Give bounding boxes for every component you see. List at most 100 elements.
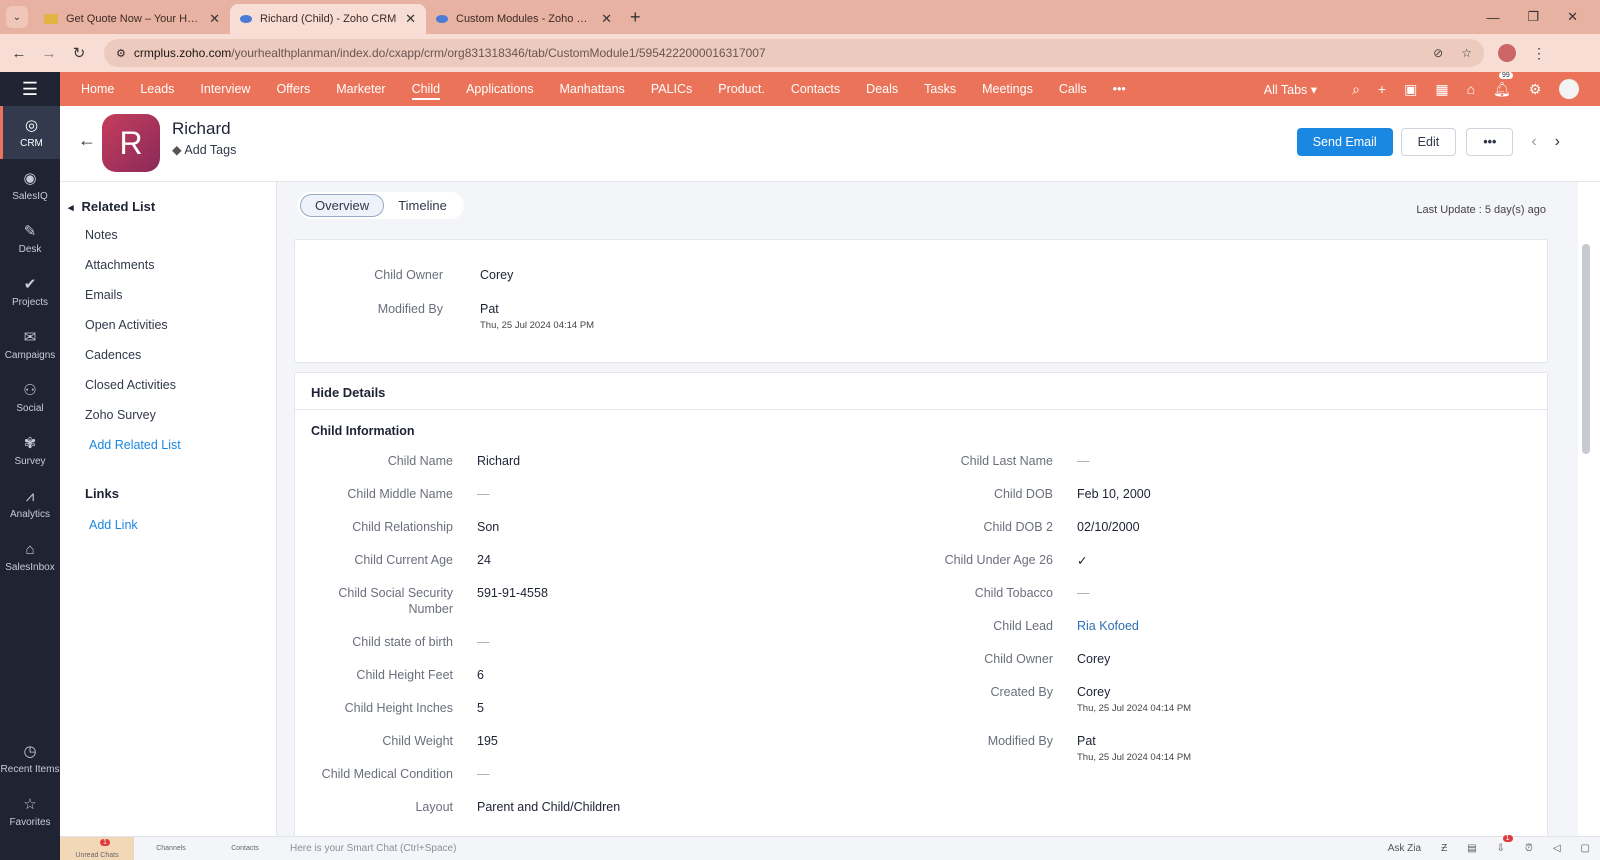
child-owner-value[interactable]: Corey: [480, 268, 513, 282]
contacts-button[interactable]: Contacts: [208, 845, 282, 852]
related-item-zoho-survey[interactable]: Zoho Survey: [85, 408, 156, 422]
field-value[interactable]: —: [477, 487, 490, 501]
hamburger-menu-icon[interactable]: ☰: [0, 72, 60, 106]
close-tab-icon[interactable]: ✕: [405, 11, 416, 27]
browser-tab-quote[interactable]: Get Quote Now – Your Health P ✕: [34, 4, 230, 34]
rail-item-projects[interactable]: ✔ Projects: [0, 265, 60, 318]
related-item-open-activities[interactable]: Open Activities: [85, 318, 168, 332]
close-tab-icon[interactable]: ✕: [601, 11, 612, 27]
zia-icon[interactable]: Ƶ: [1441, 843, 1447, 854]
reload-icon[interactable]: ↻: [64, 44, 94, 62]
eye-off-icon[interactable]: ⊘: [1433, 46, 1443, 60]
nav-tab-palics[interactable]: PALICs: [638, 72, 705, 106]
rail-item-salesinbox[interactable]: ⌂ SalesInbox: [0, 530, 60, 583]
tab-search-dropdown-icon[interactable]: ⌄: [6, 6, 28, 28]
rail-item-salesiq[interactable]: ◉ SalesIQ: [0, 159, 60, 212]
scrollbar-thumb[interactable]: [1582, 244, 1590, 454]
field-value[interactable]: 5: [477, 701, 484, 715]
marketplace-icon[interactable]: ⌂: [1467, 81, 1475, 97]
collapse-panel-icon[interactable]: ◂: [68, 202, 74, 214]
new-tab-icon[interactable]: +: [630, 7, 641, 28]
more-actions-button[interactable]: •••: [1466, 128, 1514, 156]
field-value[interactable]: 24: [477, 553, 491, 567]
field-value[interactable]: 591-91-4558: [477, 586, 548, 600]
site-info-icon[interactable]: ⚙: [116, 47, 126, 60]
field-value[interactable]: 6: [477, 668, 484, 682]
field-value[interactable]: 02/10/2000: [1077, 520, 1140, 534]
minimize-icon[interactable]: —: [1486, 10, 1499, 25]
announce-icon[interactable]: ◁: [1553, 843, 1561, 854]
related-item-closed-activities[interactable]: Closed Activities: [85, 378, 176, 392]
back-icon[interactable]: ←: [4, 45, 34, 62]
notifications-bell-icon[interactable]: 🔔︎ 99: [1493, 71, 1513, 98]
nav-tab-product[interactable]: Product.: [705, 72, 778, 106]
browser-menu-icon[interactable]: ⋮: [1532, 45, 1546, 62]
field-value[interactable]: —: [1077, 454, 1090, 468]
send-email-button[interactable]: Send Email: [1296, 128, 1393, 156]
chat-window-icon[interactable]: ▢: [1581, 843, 1590, 854]
close-window-icon[interactable]: ✕: [1567, 9, 1578, 25]
field-value[interactable]: 195: [477, 734, 498, 748]
close-tab-icon[interactable]: ✕: [209, 11, 220, 27]
nav-tab-tasks[interactable]: Tasks: [911, 72, 969, 106]
tab-overview[interactable]: Overview: [300, 194, 385, 217]
nav-tab-calls[interactable]: Calls: [1046, 72, 1100, 106]
url-field[interactable]: ⚙ crmplus.zoho.com/yourhealthplanman/ind…: [104, 39, 1484, 67]
restore-icon[interactable]: ❐: [1527, 9, 1539, 25]
rail-item-desk[interactable]: ✎ Desk: [0, 212, 60, 265]
search-icon[interactable]: ⌕: [1352, 81, 1360, 98]
field-value[interactable]: —: [477, 767, 490, 781]
field-value[interactable]: Richard: [477, 454, 520, 468]
unread-chats-button[interactable]: Unread Chats 1: [60, 836, 134, 860]
nav-tab-meetings[interactable]: Meetings: [969, 72, 1046, 106]
field-value[interactable]: —: [477, 635, 490, 649]
field-value[interactable]: Feb 10, 2000: [1077, 487, 1151, 501]
browser-tab-richard[interactable]: Richard (Child) - Zoho CRM ✕: [230, 4, 426, 34]
nav-tab-interview[interactable]: Interview: [187, 72, 263, 106]
checkmark-icon[interactable]: ✓: [1077, 553, 1087, 568]
bookmark-star-icon[interactable]: ☆: [1461, 46, 1472, 60]
nav-tab-applications[interactable]: Applications: [453, 72, 546, 106]
plus-icon[interactable]: +: [1378, 81, 1386, 97]
downloads-icon[interactable]: ⇩ 1: [1497, 835, 1513, 854]
activity-icon[interactable]: ▣: [1404, 81, 1417, 98]
nav-tab-marketer[interactable]: Marketer: [323, 72, 398, 106]
all-tabs-dropdown[interactable]: All Tabs ▾: [1251, 72, 1330, 106]
nav-tab-home[interactable]: Home: [68, 72, 127, 106]
nav-tab-child[interactable]: Child: [399, 72, 454, 106]
related-item-emails[interactable]: Emails: [85, 288, 123, 302]
field-value[interactable]: —: [1077, 586, 1090, 600]
ask-zia-button[interactable]: Ask Zia: [1388, 843, 1421, 854]
related-list-heading[interactable]: ◂ Related List: [68, 199, 155, 214]
rail-item-survey[interactable]: ✾ Survey: [0, 424, 60, 477]
related-item-cadences[interactable]: Cadences: [85, 348, 141, 362]
add-link-link[interactable]: Add Link: [89, 518, 138, 532]
field-value[interactable]: Corey: [1077, 652, 1110, 666]
rail-item-campaigns[interactable]: ✉ Campaigns: [0, 318, 60, 371]
rail-item-analytics[interactable]: ⩘ Analytics: [0, 477, 60, 530]
calendar-icon[interactable]: ▦: [1435, 81, 1448, 98]
rail-item-recent-items[interactable]: ◷ Recent Items: [0, 732, 60, 785]
next-record-icon[interactable]: ›: [1555, 133, 1560, 151]
content-scrollbar[interactable]: [1580, 232, 1592, 832]
rail-item-crm[interactable]: ◎ CRM: [0, 106, 60, 159]
add-tags-link[interactable]: ◆ Add Tags: [172, 142, 236, 157]
related-item-notes[interactable]: Notes: [85, 228, 118, 242]
field-value[interactable]: Son: [477, 520, 499, 534]
nav-tab-leads[interactable]: Leads: [127, 72, 187, 106]
nav-more-button[interactable]: •••: [1100, 72, 1139, 106]
nav-tab-manhattans[interactable]: Manhattans: [546, 72, 637, 106]
nav-tab-contacts[interactable]: Contacts: [778, 72, 853, 106]
edit-button[interactable]: Edit: [1400, 128, 1457, 156]
forward-icon[interactable]: →: [34, 45, 64, 62]
previous-record-icon[interactable]: ‹: [1531, 133, 1536, 151]
channels-button[interactable]: Channels: [134, 845, 208, 852]
add-related-list-link[interactable]: Add Related List: [89, 438, 181, 452]
settings-gear-icon[interactable]: ⚙: [1529, 81, 1542, 98]
browser-tab-custom-modules[interactable]: Custom Modules - Zoho CRM ✕: [426, 4, 622, 34]
nav-tab-deals[interactable]: Deals: [853, 72, 911, 106]
alarm-icon[interactable]: ⏰︎: [1525, 843, 1533, 854]
rail-item-favorites[interactable]: ☆ Favorites: [0, 785, 60, 838]
back-arrow-icon[interactable]: ←: [78, 130, 96, 151]
smart-chat-input[interactable]: Here is your Smart Chat (Ctrl+Space): [290, 843, 456, 854]
